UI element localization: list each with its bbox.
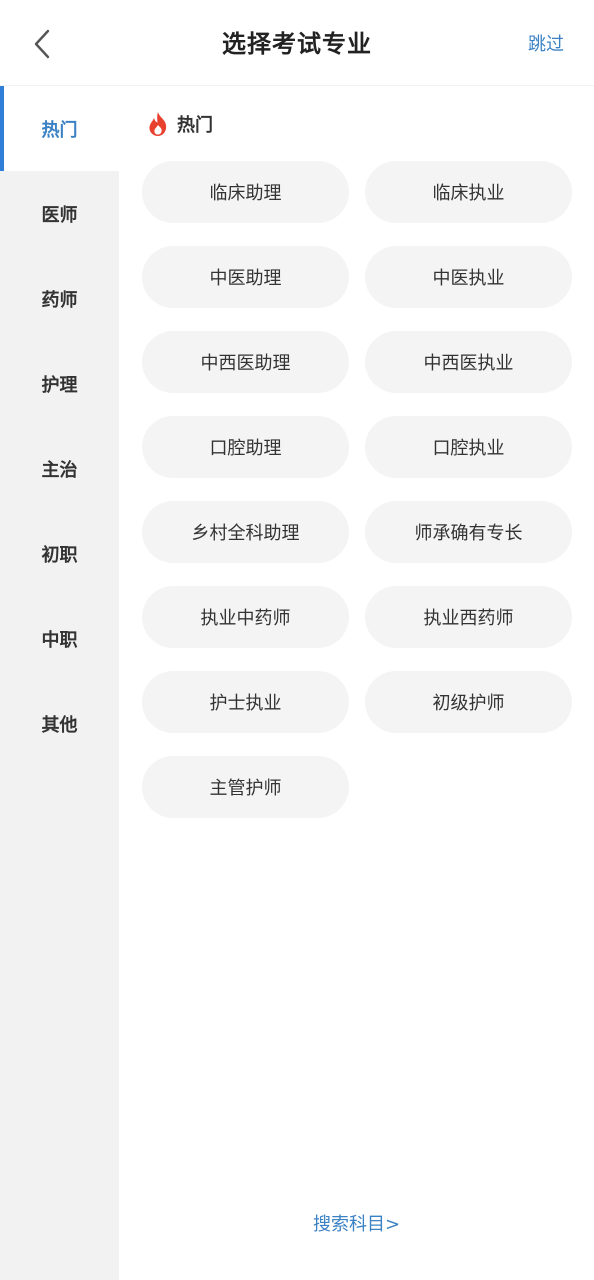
option-chip[interactable]: 主管护师 [142,756,349,818]
option-chip[interactable]: 中西医助理 [142,331,349,393]
skip-button[interactable]: 跳过 [528,30,564,56]
option-chip[interactable]: 执业西药师 [365,586,572,648]
sidebar-item-attending[interactable]: 主治 [0,426,119,511]
section-header: 热门 [147,110,213,138]
section-title: 热门 [177,115,213,136]
option-chip[interactable]: 乡村全科助理 [142,501,349,563]
options-panel: 热门 临床助理 临床执业 中医助理 中医执业 中西医助理 中西医执业 口腔助理 … [119,86,594,1280]
search-subjects-link[interactable]: 搜索科目> [119,1210,594,1236]
option-grid: 临床助理 临床执业 中医助理 中医执业 中西医助理 中西医执业 口腔助理 口腔执… [142,161,572,818]
sidebar-item-junior-title[interactable]: 初职 [0,511,119,596]
option-chip[interactable]: 口腔执业 [365,416,572,478]
category-sidebar: 热门 医师 药师 护理 主治 初职 中职 其他 [0,86,119,1280]
option-chip[interactable]: 口腔助理 [142,416,349,478]
option-chip[interactable]: 临床助理 [142,161,349,223]
sidebar-item-pharmacist[interactable]: 药师 [0,256,119,341]
top-bar: 选择考试专业 跳过 [0,0,594,86]
flame-icon [149,112,167,136]
sidebar-item-other[interactable]: 其他 [0,681,119,766]
option-chip[interactable]: 护士执业 [142,671,349,733]
option-chip[interactable]: 中医助理 [142,246,349,308]
option-chip[interactable]: 初级护师 [365,671,572,733]
option-chip[interactable]: 执业中药师 [142,586,349,648]
sidebar-item-hot[interactable]: 热门 [0,86,119,171]
option-chip[interactable]: 中医执业 [365,246,572,308]
page-title: 选择考试专业 [222,30,372,58]
option-chip[interactable]: 师承确有专长 [365,501,572,563]
option-chip[interactable]: 中西医执业 [365,331,572,393]
sidebar-item-physician[interactable]: 医师 [0,171,119,256]
sidebar-item-nursing[interactable]: 护理 [0,341,119,426]
sidebar-item-intermediate-title[interactable]: 中职 [0,596,119,681]
option-chip[interactable]: 临床执业 [365,161,572,223]
